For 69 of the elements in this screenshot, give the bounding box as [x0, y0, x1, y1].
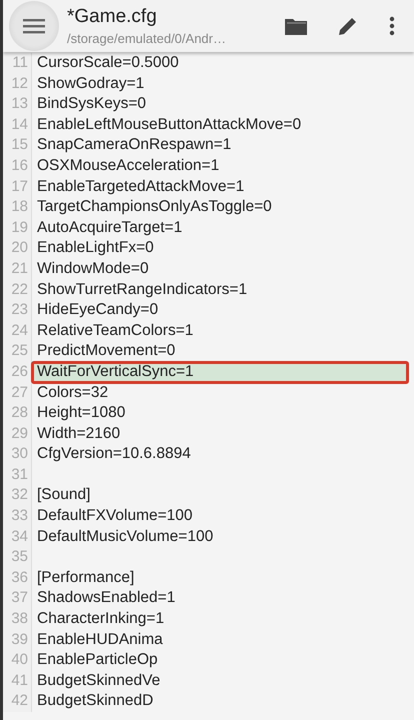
code-line: RelativeTeamColors=1 — [37, 322, 194, 339]
line-number: 35 — [3, 547, 32, 568]
line-number: 17 — [3, 176, 32, 198]
code-line: HideEyeCandy=0 — [37, 301, 158, 318]
code-line: [Performance] — [37, 568, 134, 586]
line-number: 15 — [3, 135, 32, 156]
code-line: Width=2160 — [37, 424, 120, 442]
line-number: 25 — [3, 341, 32, 362]
line-number: 14 — [3, 114, 32, 136]
line-number: 23 — [3, 300, 32, 321]
code-line: TargetChampionsOnlyAsToggle=0 — [37, 198, 272, 216]
code-line: ShadowsEnabled=1 — [37, 589, 176, 606]
code-line: PredictMovement=0 — [37, 342, 176, 360]
code-line: ShowTurretRangeIndicators=1 — [37, 280, 248, 298]
line-number: 18 — [3, 197, 32, 218]
line-number: 29 — [3, 424, 32, 444]
code-line: EnableLightFx=0 — [37, 239, 154, 256]
line-number: 11 — [3, 53, 32, 74]
menu-icon — [23, 18, 45, 34]
line-number: 12 — [3, 74, 32, 94]
code-line: [Sound] — [37, 486, 90, 504]
line-number: 41 — [3, 670, 32, 692]
line-number: 27 — [3, 382, 32, 404]
line-number: 22 — [3, 280, 32, 300]
code-line: WindowMode=0 — [37, 260, 149, 277]
file-title: *Game.cfg — [67, 6, 158, 28]
code-line: EnableParticleOp — [37, 651, 158, 668]
code-line: CharacterInking=1 — [37, 610, 164, 628]
line-number: 37 — [3, 588, 32, 610]
line-number: 31 — [3, 464, 32, 486]
line-number: 13 — [3, 94, 32, 115]
code-line: BudgetSkinnedD — [37, 692, 154, 710]
code-line: DefaultMusicVolume=100 — [37, 528, 214, 545]
code-line: EnableHUDAnima — [37, 630, 163, 648]
code-line: BindSysKeys=0 — [37, 95, 146, 112]
code-line: CursorScale=0.5000 — [37, 54, 179, 71]
code-line: CfgVersion=10.6.8894 — [37, 445, 191, 462]
line-number: 39 — [3, 630, 32, 650]
line-number: 20 — [3, 238, 32, 259]
folder-icon — [284, 16, 308, 36]
line-number: 40 — [3, 650, 32, 671]
code-line: ShowGodray=1 — [37, 74, 144, 92]
code-line: EnableLeftMouseButtonAttackMove=0 — [37, 116, 302, 133]
line-number: 30 — [3, 444, 32, 465]
line-number: 26 — [3, 362, 32, 382]
line-number: 36 — [3, 568, 32, 588]
code-line: BudgetSkinnedVe — [37, 672, 160, 689]
line-number: 38 — [3, 609, 32, 630]
code-line: WaitForVerticalSync=1 — [37, 362, 194, 380]
code-line: SnapCameraOnRespawn=1 — [37, 136, 232, 154]
line-number: 21 — [3, 258, 32, 280]
code-line: Colors=32 — [37, 384, 108, 400]
code-line: EnableTargetedAttackMove=1 — [37, 178, 244, 195]
code-line: DefaultFXVolume=100 — [37, 507, 193, 524]
line-number: 42 — [3, 691, 32, 712]
file-path: /storage/emulated/0/Andr… — [67, 31, 227, 46]
code-line: OSXMouseAcceleration=1 — [37, 156, 220, 174]
line-number: 32 — [3, 485, 32, 506]
code-line: AutoAcquireTarget=1 — [37, 218, 182, 236]
line-number: 19 — [3, 218, 32, 238]
line-number: 24 — [3, 320, 32, 342]
line-number: 33 — [3, 506, 32, 527]
menu-button[interactable] — [9, 1, 59, 51]
more-icon — [389, 16, 395, 36]
line-number: 34 — [3, 526, 32, 548]
line-number: 28 — [3, 403, 32, 424]
code-line: Height=1080 — [37, 404, 126, 422]
line-number: 16 — [3, 156, 32, 177]
pencil-icon — [338, 16, 358, 36]
